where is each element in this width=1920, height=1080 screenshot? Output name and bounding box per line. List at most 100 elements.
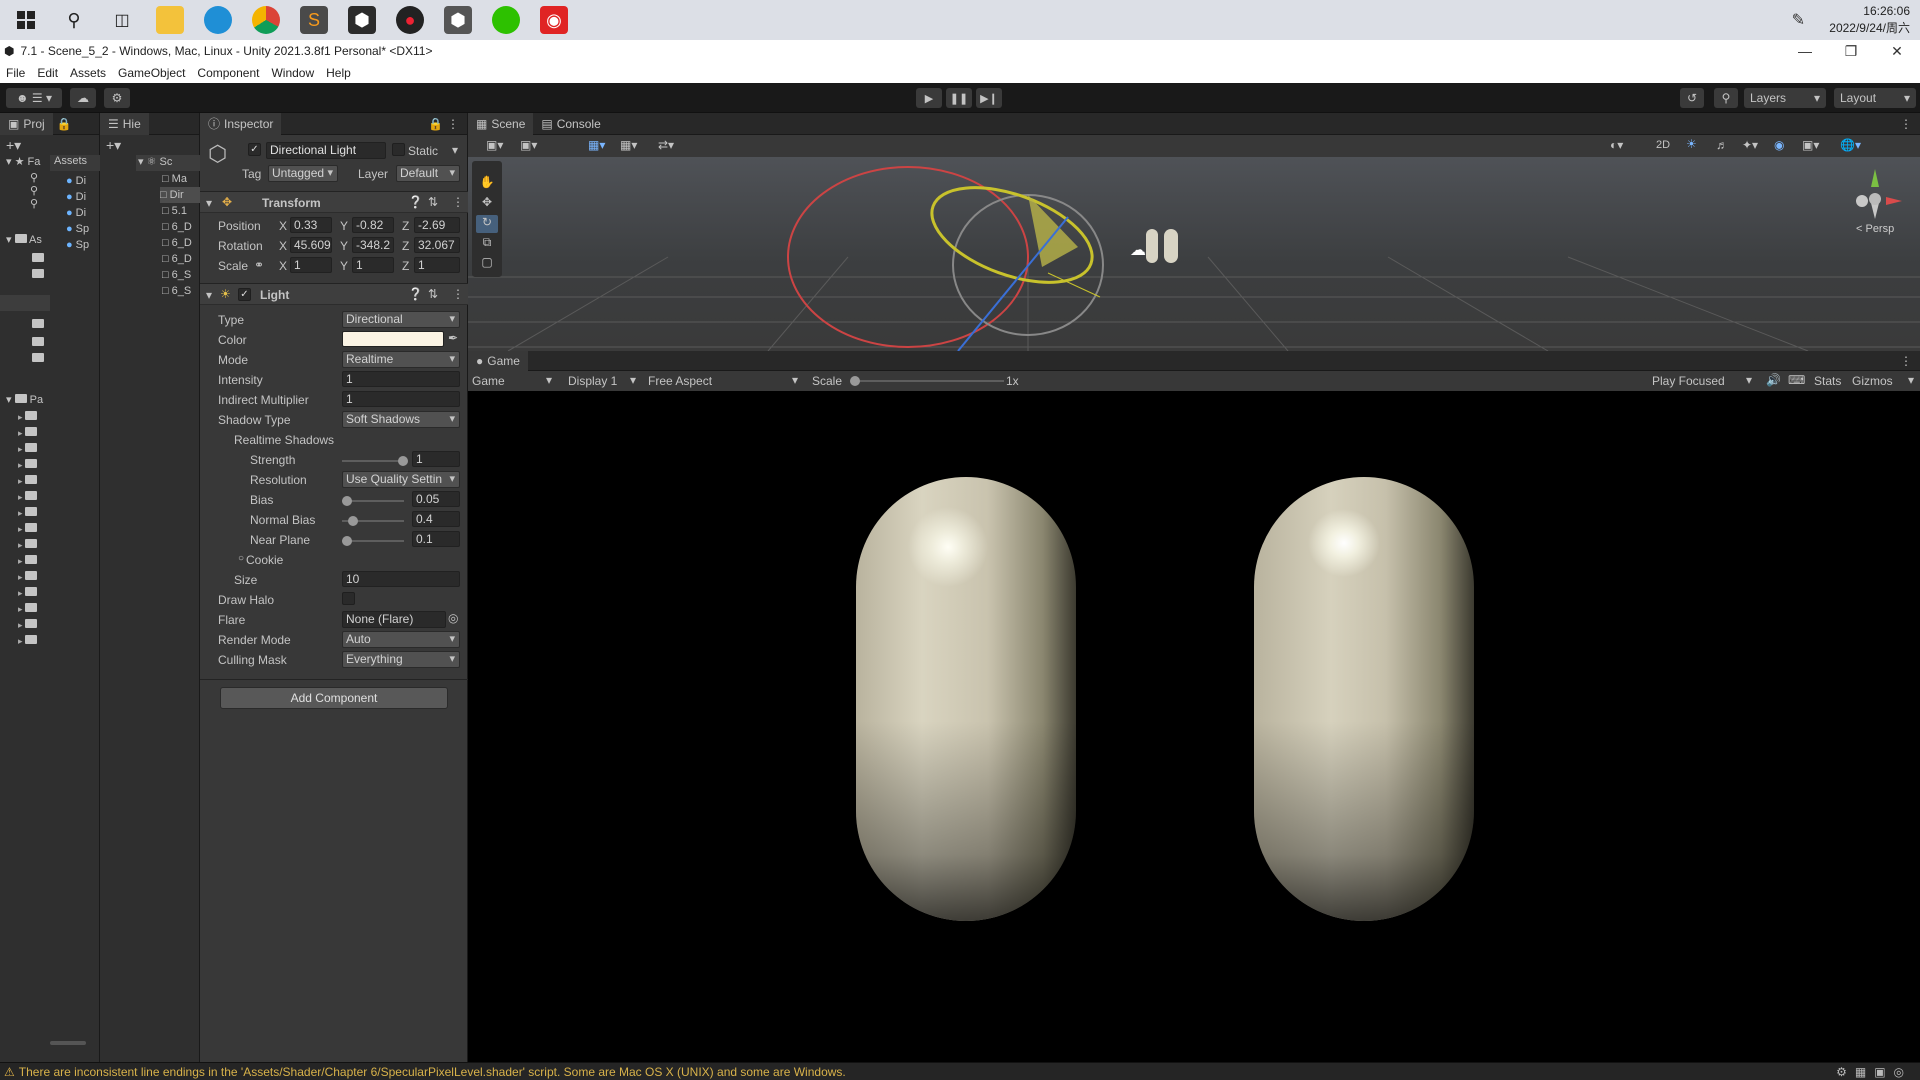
step-button[interactable]: ▶❙: [976, 88, 1002, 108]
tab-scene[interactable]: ▦ Scene: [468, 112, 534, 135]
scale-y-label[interactable]: Y: [340, 259, 348, 273]
davinci-icon[interactable]: ●: [396, 6, 424, 34]
display-dropdown[interactable]: Display 1: [568, 374, 617, 388]
object-picker-icon[interactable]: ◎: [448, 611, 458, 625]
display-arrow-icon[interactable]: ▾: [630, 373, 636, 387]
grid-snap-dropdown[interactable]: ▦▾: [588, 138, 605, 152]
strength-slider-knob[interactable]: [398, 456, 408, 466]
hierarchy-add-button[interactable]: +▾: [106, 137, 121, 154]
kebab-menu-icon[interactable]: ⋮: [1900, 354, 1912, 368]
2d-toggle[interactable]: 2D: [1656, 139, 1670, 151]
menu-component[interactable]: Component: [191, 66, 265, 80]
hierarchy-item[interactable]: □ 6_D: [162, 235, 192, 251]
light-enabled-checkbox[interactable]: ✓: [238, 288, 251, 301]
scene-viewport[interactable]: ☁ ✋ ✥ ↻ ⧉ ▢ < Persp: [468, 157, 1920, 351]
task-view-icon[interactable]: ◫: [108, 6, 136, 34]
history-icon[interactable]: ↺: [1680, 88, 1704, 108]
tab-console[interactable]: ▤ Console: [533, 113, 608, 135]
strength-field[interactable]: 1: [412, 451, 460, 467]
rotation-z-field[interactable]: 32.067: [414, 237, 460, 253]
scale-x-field[interactable]: 1: [290, 257, 332, 273]
mute-audio-icon[interactable]: 🔊: [1766, 373, 1781, 387]
rotate-tool-icon[interactable]: ↻: [476, 215, 498, 233]
asset-item[interactable]: ● Di: [66, 189, 86, 205]
unity-hub-icon[interactable]: ⬢: [348, 6, 376, 34]
close-button[interactable]: ✕: [1874, 40, 1920, 62]
chrome-icon[interactable]: [252, 6, 280, 34]
pause-button[interactable]: ❚❚: [946, 88, 972, 108]
menu-assets[interactable]: Assets: [64, 66, 112, 80]
rotation-y-label[interactable]: Y: [340, 239, 348, 253]
asset-item[interactable]: ● Di: [66, 205, 86, 221]
menu-window[interactable]: Window: [265, 66, 320, 80]
edge-icon[interactable]: [204, 6, 232, 34]
pivot-dropdown[interactable]: ⇄▾: [658, 138, 674, 152]
flare-field[interactable]: None (Flare): [342, 611, 446, 628]
asset-item[interactable]: ● Di: [66, 173, 86, 189]
tab-inspector[interactable]: ⓘ Inspector: [200, 112, 282, 135]
hand-tool-icon[interactable]: ✋: [476, 175, 498, 193]
culling-mask-dropdown[interactable]: Everything: [342, 651, 460, 668]
constrain-proportions-icon[interactable]: ⚭: [254, 258, 264, 272]
transform-header[interactable]: ▾ ✥ Transform ❔ ⇅ ⋮: [200, 191, 468, 213]
status-bar[interactable]: ⚠ There are inconsistent line endings in…: [0, 1062, 1920, 1080]
rotation-x-field[interactable]: 45.609: [290, 237, 332, 253]
keyboard-shortcuts-icon[interactable]: ⌨: [1788, 373, 1805, 387]
play-button[interactable]: ▶: [916, 88, 942, 108]
help-icon[interactable]: ❔: [408, 195, 423, 209]
stats-button[interactable]: Stats: [1814, 374, 1841, 388]
hierarchy-item[interactable]: □ Ma: [162, 171, 187, 187]
scale-slider-knob[interactable]: [850, 376, 860, 386]
pen-icon[interactable]: ✎: [1792, 10, 1805, 30]
draw-mode-dropdown[interactable]: ▣▾: [486, 138, 503, 152]
shadow-type-dropdown[interactable]: Soft Shadows: [342, 411, 460, 428]
menu-file[interactable]: File: [0, 66, 31, 80]
indirect-multiplier-field[interactable]: 1: [342, 391, 460, 407]
shading-mode-dropdown[interactable]: ◐▾: [1610, 138, 1623, 152]
search-icon[interactable]: ⚲: [1714, 88, 1738, 108]
layout-dropdown[interactable]: Layout ▾: [1834, 88, 1916, 108]
account-button[interactable]: ☻ ☰ ▾: [6, 88, 62, 108]
asset-item[interactable]: ● Sp: [66, 237, 89, 253]
scale-x-label[interactable]: X: [279, 259, 287, 273]
position-y-label[interactable]: Y: [340, 219, 348, 233]
rect-tool-icon[interactable]: ▢: [476, 255, 498, 273]
menu-edit[interactable]: Edit: [31, 66, 64, 80]
scale-z-label[interactable]: Z: [402, 259, 409, 273]
effects-dropdown[interactable]: ✦▾: [1742, 138, 1758, 152]
lock-icon[interactable]: 🔒: [57, 117, 72, 131]
layer-dropdown[interactable]: Default: [396, 165, 460, 182]
play-focused-arrow-icon[interactable]: ▾: [1746, 373, 1752, 387]
position-x-label[interactable]: X: [279, 219, 287, 233]
kebab-menu-icon[interactable]: ⋮: [452, 195, 464, 209]
selected-row[interactable]: [0, 295, 50, 311]
near-plane-field[interactable]: 0.1: [412, 531, 460, 547]
normal-bias-slider-knob[interactable]: [348, 516, 358, 526]
mode-dropdown[interactable]: Realtime: [342, 351, 460, 368]
lock-icon[interactable]: 🔒: [428, 117, 443, 131]
netease-music-icon[interactable]: ◉: [540, 6, 568, 34]
game-viewport[interactable]: [468, 391, 1920, 1062]
color-swatch[interactable]: [342, 331, 444, 347]
gizmos-arrow-icon[interactable]: ▾: [1908, 373, 1914, 387]
position-z-field[interactable]: -2.69: [414, 217, 460, 233]
scene-row[interactable]: ▾ ⚛ Sc: [136, 155, 200, 171]
draw-halo-checkbox[interactable]: [342, 592, 355, 605]
type-dropdown[interactable]: Directional: [342, 311, 460, 328]
resolution-dropdown[interactable]: Use Quality Settin: [342, 471, 460, 488]
hierarchy-item[interactable]: □ 5.1: [162, 203, 187, 219]
aspect-dropdown[interactable]: Free Aspect: [648, 374, 712, 388]
cookie-foldout-icon[interactable]: ○: [238, 553, 244, 564]
eyedropper-icon[interactable]: ✒: [448, 331, 458, 345]
tag-dropdown[interactable]: Untagged: [268, 165, 338, 182]
kebab-menu-icon[interactable]: ⋮: [447, 117, 459, 131]
active-checkbox[interactable]: ✓: [248, 143, 261, 156]
move-tool-icon[interactable]: ✥: [476, 195, 498, 213]
file-explorer-icon[interactable]: [156, 6, 184, 34]
rotation-z-label[interactable]: Z: [402, 239, 409, 253]
lighting-toggle-icon[interactable]: ☀: [1686, 137, 1697, 151]
near-plane-slider-knob[interactable]: [342, 536, 352, 546]
object-name-field[interactable]: Directional Light: [266, 142, 386, 159]
tab-game[interactable]: ● Game: [468, 350, 528, 371]
audio-toggle-icon[interactable]: ♬: [1716, 138, 1728, 152]
